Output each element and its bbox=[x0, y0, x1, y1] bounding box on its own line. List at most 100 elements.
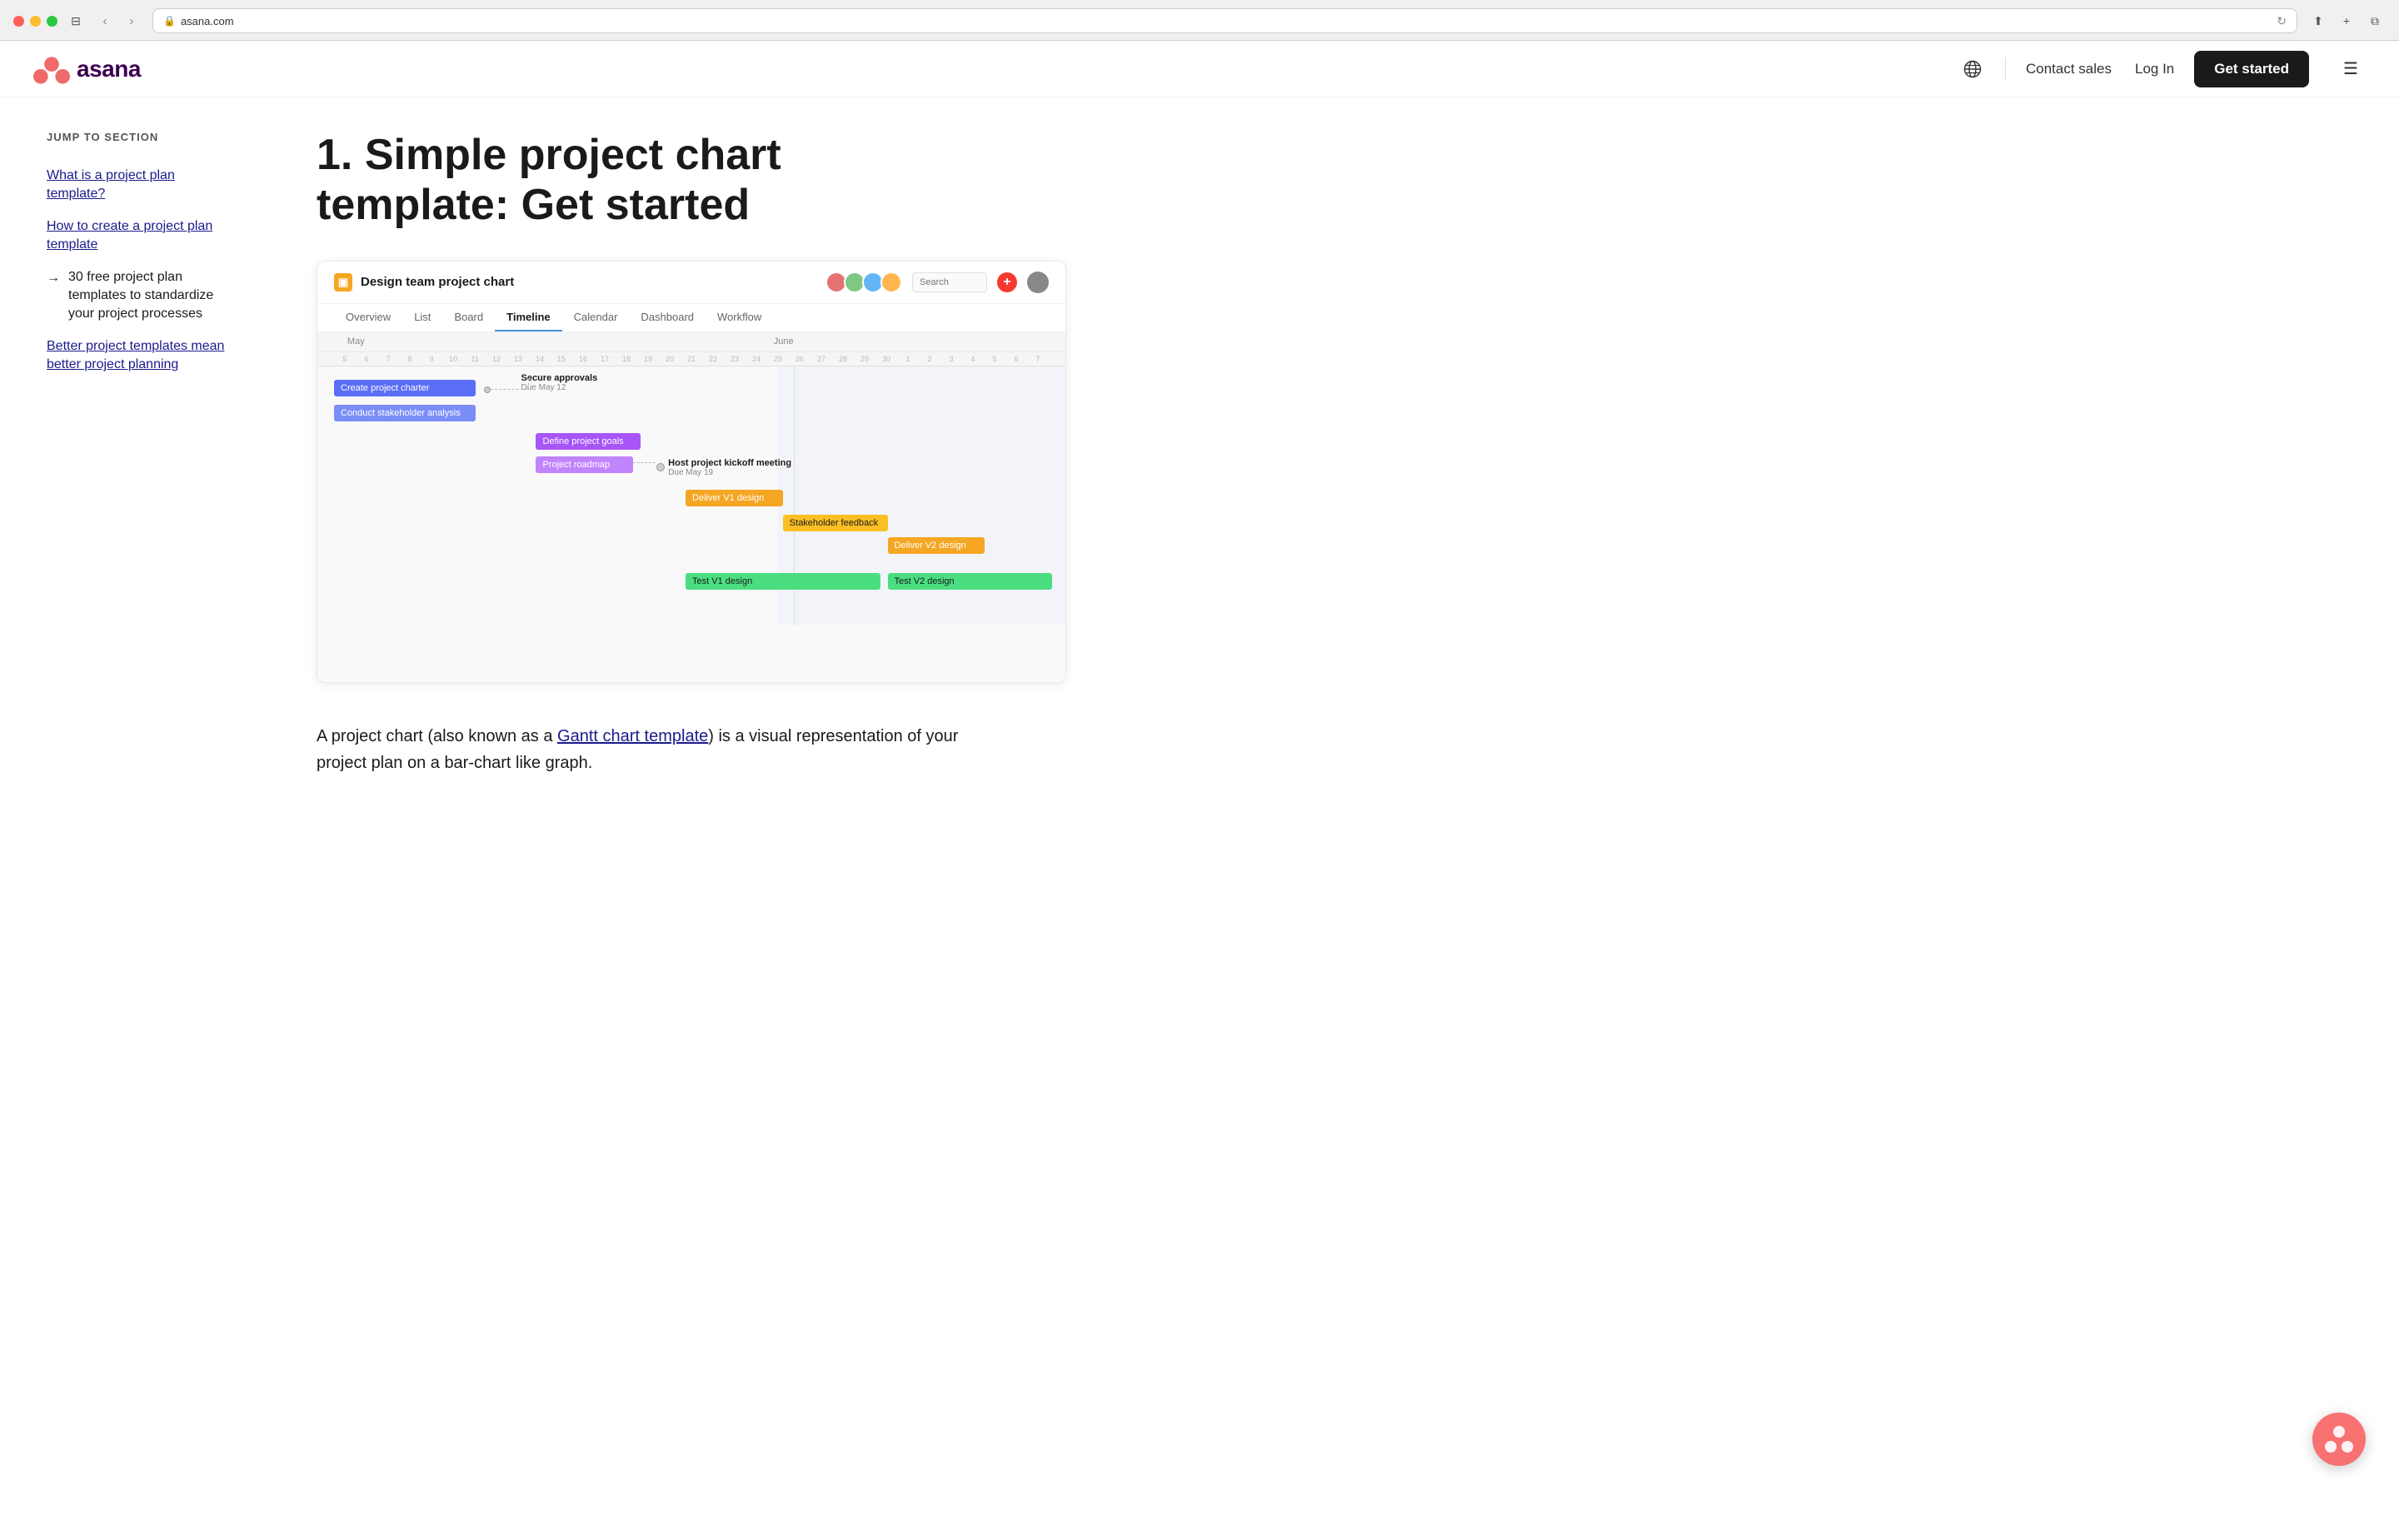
date-label: 6 bbox=[356, 355, 377, 363]
date-label: 7 bbox=[1027, 355, 1049, 363]
tabs-toggle[interactable]: ⊟ bbox=[67, 12, 84, 29]
sidebar-link-active-3: → 30 free project plan templates to stan… bbox=[47, 262, 233, 331]
date-label: 15 bbox=[551, 355, 572, 363]
tab-board[interactable]: Board bbox=[442, 304, 495, 331]
logo[interactable]: asana bbox=[33, 54, 141, 84]
tab-calendar[interactable]: Calendar bbox=[562, 304, 630, 331]
tab-dashboard[interactable]: Dashboard bbox=[629, 304, 706, 331]
gantt-area: May June 5 6 7 8 9 10 11 12 13 14 bbox=[317, 332, 1065, 682]
sidebar: JUMP TO SECTION What is a project plan t… bbox=[0, 97, 267, 1540]
get-started-button[interactable]: Get started bbox=[2194, 51, 2309, 87]
header-nav: Contact sales Log In Get started ☰ bbox=[1957, 51, 2366, 87]
bar-deliver-v2-design[interactable]: Deliver V2 design bbox=[888, 537, 985, 554]
header-divider bbox=[2005, 57, 2006, 81]
date-label: 9 bbox=[421, 355, 442, 363]
month-may: May bbox=[347, 336, 365, 346]
asana-fab-icon bbox=[2323, 1423, 2355, 1455]
chart-title-icon: ▣ bbox=[334, 273, 352, 292]
arrow-icon: → bbox=[47, 269, 60, 287]
jump-label: JUMP TO SECTION bbox=[47, 131, 233, 143]
bar-project-roadmap[interactable]: Project roadmap bbox=[536, 456, 633, 473]
logo-text: asana bbox=[77, 56, 141, 82]
browser-actions: ⬆ + ⧉ bbox=[2307, 10, 2386, 32]
date-label: 29 bbox=[854, 355, 875, 363]
gantt-chart-template-link[interactable]: Gantt chart template bbox=[557, 727, 708, 745]
globe-button[interactable] bbox=[1957, 53, 1988, 85]
bar-create-project-charter[interactable]: Create project charter bbox=[334, 380, 476, 396]
url-text: asana.com bbox=[181, 15, 234, 27]
chart-title: Design team project chart bbox=[361, 275, 514, 289]
asana-logo-icon bbox=[33, 54, 70, 84]
sidebar-link-2[interactable]: How to create a project plan template bbox=[47, 211, 233, 262]
avatar-4 bbox=[880, 272, 902, 293]
sidebar-button[interactable]: ⧉ bbox=[2364, 10, 2386, 32]
chart-add-button[interactable]: + bbox=[997, 272, 1017, 292]
date-label: 10 bbox=[442, 355, 464, 363]
date-label: 18 bbox=[616, 355, 637, 363]
login-link[interactable]: Log In bbox=[2132, 61, 2177, 77]
date-label: 3 bbox=[940, 355, 962, 363]
asana-fab-button[interactable] bbox=[2312, 1413, 2366, 1466]
reload-icon[interactable]: ↻ bbox=[2277, 14, 2287, 28]
date-label: 21 bbox=[681, 355, 702, 363]
milestone-host-kickoff: Host project kickoff meeting Due May 19 bbox=[656, 458, 791, 477]
traffic-lights bbox=[13, 16, 57, 27]
tab-timeline[interactable]: Timeline bbox=[495, 304, 562, 331]
content-area: JUMP TO SECTION What is a project plan t… bbox=[0, 97, 2399, 1540]
chart-header: ▣ Design team project chart + bbox=[317, 262, 1065, 304]
tab-list[interactable]: List bbox=[402, 304, 442, 331]
hamburger-button[interactable]: ☰ bbox=[2336, 54, 2366, 84]
article-title: 1. Simple project chart template: Get st… bbox=[317, 131, 966, 231]
minimize-button[interactable] bbox=[30, 16, 41, 27]
date-label: 30 bbox=[875, 355, 897, 363]
globe-icon bbox=[1963, 60, 1982, 78]
new-tab-button[interactable]: + bbox=[2336, 10, 2357, 32]
sidebar-link-4[interactable]: Better project templates mean better pro… bbox=[47, 331, 233, 381]
date-label: 26 bbox=[789, 355, 810, 363]
sidebar-link-1[interactable]: What is a project plan template? bbox=[47, 160, 233, 211]
address-bar[interactable]: 🔒 asana.com ↻ bbox=[152, 8, 2297, 33]
browser-nav: ‹ › bbox=[94, 10, 142, 32]
date-label: 1 bbox=[897, 355, 919, 363]
date-label: 14 bbox=[529, 355, 551, 363]
bar-define-project-goals[interactable]: Define project goals bbox=[536, 433, 641, 450]
browser-chrome: ⊟ ‹ › 🔒 asana.com ↻ ⬆ + ⧉ bbox=[0, 0, 2399, 41]
date-label: 12 bbox=[486, 355, 507, 363]
date-label: 25 bbox=[767, 355, 789, 363]
article-body: A project chart (also known as a Gantt c… bbox=[317, 723, 966, 776]
date-label: 5 bbox=[984, 355, 1005, 363]
sidebar-links: What is a project plan template? How to … bbox=[47, 160, 233, 381]
site-header: asana Contact sales Log In Get started ☰ bbox=[0, 41, 2399, 97]
maximize-button[interactable] bbox=[47, 16, 57, 27]
bar-deliver-v1-design[interactable]: Deliver V1 design bbox=[686, 490, 783, 506]
page-wrapper: asana Contact sales Log In Get started ☰ bbox=[0, 41, 2399, 1540]
date-label: 7 bbox=[377, 355, 399, 363]
bar-test-v2-design[interactable]: Test V2 design bbox=[888, 573, 1053, 590]
date-label: 20 bbox=[659, 355, 681, 363]
date-label: 27 bbox=[810, 355, 832, 363]
avatars bbox=[825, 272, 902, 293]
tab-overview[interactable]: Overview bbox=[334, 304, 402, 331]
connector-line-kickoff bbox=[633, 462, 656, 463]
close-button[interactable] bbox=[13, 16, 24, 27]
date-label: 4 bbox=[962, 355, 984, 363]
connector-line-1 bbox=[491, 389, 528, 390]
contact-sales-link[interactable]: Contact sales bbox=[2022, 61, 2115, 77]
milestone-secure-approvals: Secure approvals Due May 12 bbox=[521, 373, 598, 392]
date-label: 28 bbox=[832, 355, 854, 363]
forward-button[interactable]: › bbox=[121, 10, 142, 32]
chart-tabs: Overview List Board Timeline Calendar Da… bbox=[317, 304, 1065, 332]
back-button[interactable]: ‹ bbox=[94, 10, 116, 32]
chart-search-input[interactable] bbox=[912, 272, 987, 292]
date-label: 8 bbox=[399, 355, 421, 363]
bar-conduct-stakeholder-analysis[interactable]: Conduct stakeholder analysis bbox=[334, 405, 476, 421]
body-paragraph: A project chart (also known as a Gantt c… bbox=[317, 723, 966, 776]
share-button[interactable]: ⬆ bbox=[2307, 10, 2329, 32]
tab-workflow[interactable]: Workflow bbox=[706, 304, 773, 331]
connector-line-2 bbox=[528, 378, 529, 390]
bar-stakeholder-feedback[interactable]: Stakeholder feedback bbox=[783, 515, 888, 531]
chart-container: ▣ Design team project chart + bbox=[317, 261, 1066, 683]
bar-test-v1-design[interactable]: Test V1 design bbox=[686, 573, 880, 590]
date-label: 16 bbox=[572, 355, 594, 363]
date-label: 6 bbox=[1005, 355, 1027, 363]
